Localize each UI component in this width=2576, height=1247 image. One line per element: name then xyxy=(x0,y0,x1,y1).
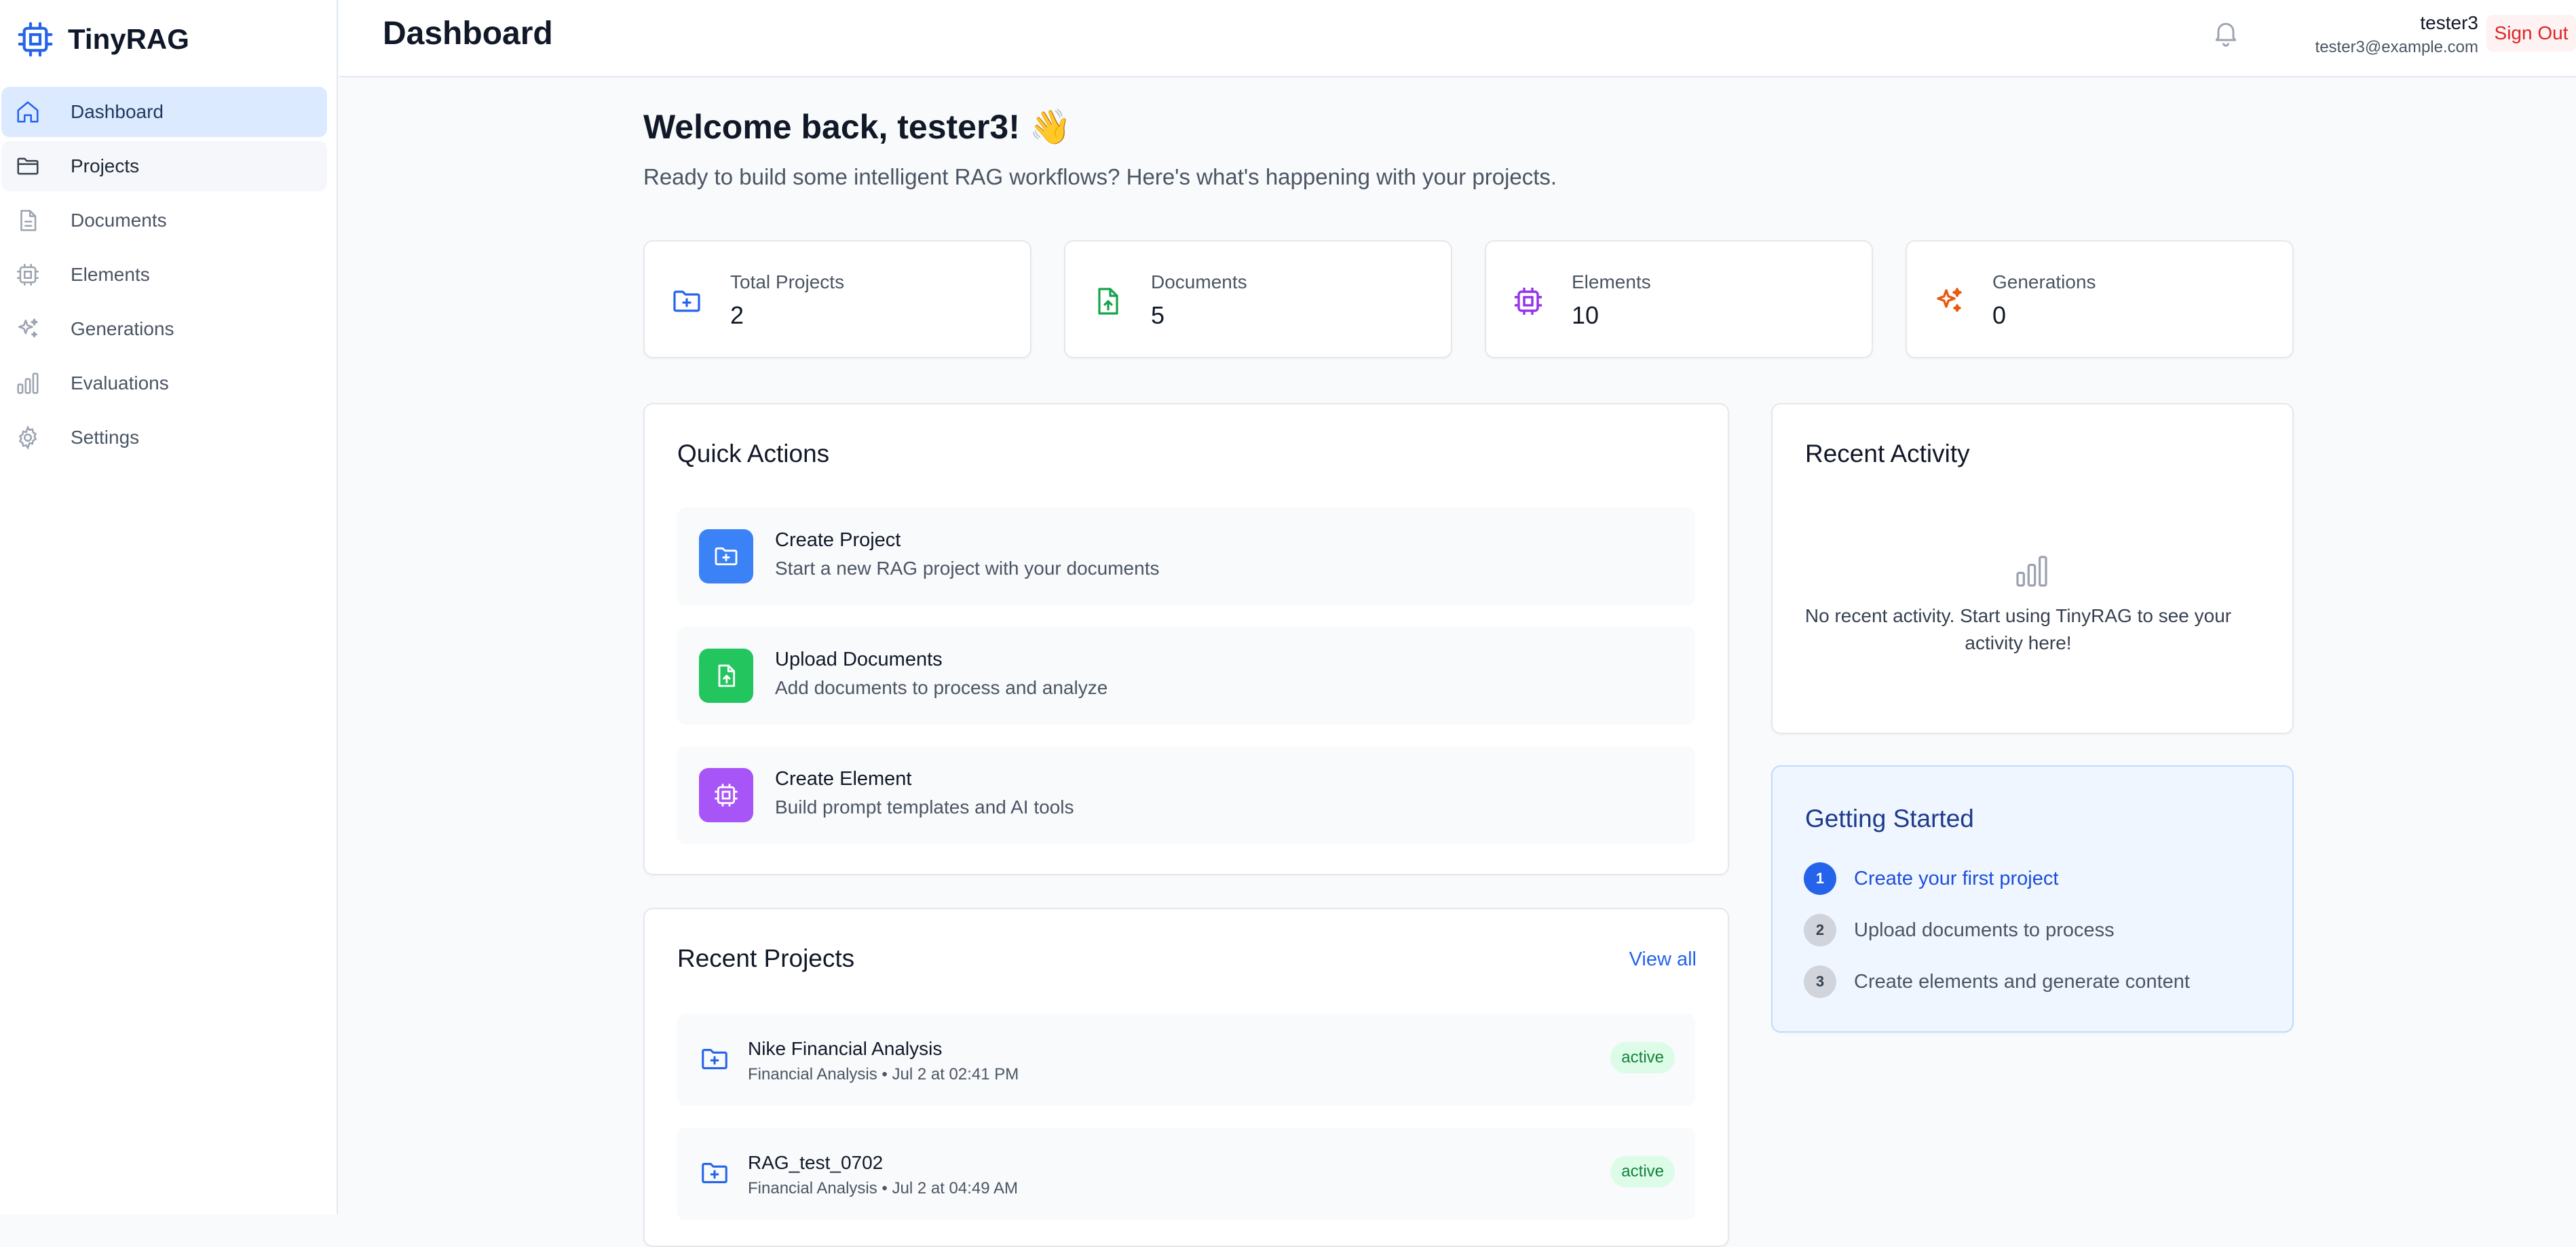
sidebar: TinyRAG Dashboard Projects Documents Ele… xyxy=(0,0,338,1214)
folder-plus-icon xyxy=(699,1157,730,1189)
step-label: Upload documents to process xyxy=(1854,919,2115,941)
sidebar-item-documents[interactable]: Documents xyxy=(1,195,327,246)
project-name: Nike Financial Analysis xyxy=(748,1038,943,1059)
user-email: tester3@example.com xyxy=(2315,38,2478,56)
quick-action-tile xyxy=(699,529,753,583)
sidebar-item-dashboard[interactable]: Dashboard xyxy=(1,87,327,137)
sidebar-item-label: Elements xyxy=(71,264,150,285)
folder-plus-icon xyxy=(713,543,740,570)
getting-started-step[interactable]: 1 Create your first project xyxy=(1804,862,2058,896)
quick-action-title: Upload Documents xyxy=(775,649,943,670)
bar-chart-icon xyxy=(2013,552,2051,590)
sidebar-item-label: Generations xyxy=(71,318,174,339)
step-label: Create your first project xyxy=(1854,867,2059,889)
stat-label: Generations xyxy=(1992,271,2096,292)
sparkles-icon xyxy=(1933,285,1965,318)
project-meta: Financial Analysis • Jul 2 at 04:49 AM xyxy=(748,1179,1018,1197)
getting-started-title: Getting Started xyxy=(1805,805,1974,832)
stat-card-total-projects: Total Projects 2 xyxy=(643,240,1031,358)
project-item[interactable]: Nike Financial Analysis Financial Analys… xyxy=(677,1014,1695,1106)
stat-value: 10 xyxy=(1572,301,1599,329)
step-number: 2 xyxy=(1804,914,1836,946)
quick-action-desc: Build prompt templates and AI tools xyxy=(775,797,1074,818)
file-upload-icon xyxy=(1091,285,1124,318)
brand[interactable]: TinyRAG xyxy=(16,19,189,60)
chip-icon xyxy=(15,262,41,288)
stat-value: 0 xyxy=(1992,301,2007,329)
gear-icon xyxy=(15,425,41,450)
stat-card-documents: Documents 5 xyxy=(1064,240,1452,358)
folder-plus-icon xyxy=(670,285,703,318)
recent-projects-card: Recent Projects View all Nike Financial … xyxy=(643,908,1729,1247)
stat-card-generations: Generations 0 xyxy=(1906,240,2294,358)
bell-icon[interactable] xyxy=(2211,18,2241,47)
sign-out-button[interactable]: Sign Out xyxy=(2486,15,2576,52)
sidebar-item-label: Evaluations xyxy=(71,372,169,394)
quick-action-title: Create Element xyxy=(775,768,912,790)
quick-actions-title: Quick Actions xyxy=(677,440,830,467)
quick-action-tile xyxy=(699,649,753,703)
document-icon xyxy=(15,208,41,233)
recent-projects-title: Recent Projects xyxy=(677,944,855,972)
chip-logo-icon xyxy=(16,20,54,58)
sidebar-item-label: Documents xyxy=(71,210,167,231)
quick-action-desc: Start a new RAG project with your docume… xyxy=(775,558,1160,579)
project-name: RAG_test_0702 xyxy=(748,1152,884,1173)
file-upload-icon xyxy=(713,662,740,689)
sidebar-item-evaluations[interactable]: Evaluations xyxy=(1,358,327,408)
top-header: Dashboard tester3 tester3@example.com Si… xyxy=(339,0,2576,77)
quick-action-create-project[interactable]: Create Project Start a new RAG project w… xyxy=(677,507,1695,605)
quick-action-tile xyxy=(699,768,753,822)
page-title: Dashboard xyxy=(383,16,553,52)
chip-icon xyxy=(713,782,740,809)
empty-activity-text: No recent activity. Start using TinyRAG … xyxy=(1804,605,2232,653)
project-item[interactable]: RAG_test_0702 Financial Analysis • Jul 2… xyxy=(677,1128,1695,1220)
stat-card-elements: Elements 10 xyxy=(1485,240,1873,358)
quick-actions-card: Quick Actions Create Project Start a new… xyxy=(643,403,1729,875)
quick-action-title: Create Project xyxy=(775,529,901,551)
welcome-subtitle: Ready to build some intelligent RAG work… xyxy=(643,164,1557,189)
view-all-link[interactable]: View all xyxy=(1629,948,1697,971)
home-icon xyxy=(15,99,41,125)
getting-started-step[interactable]: 3 Create elements and generate content xyxy=(1804,965,2190,999)
chip-icon xyxy=(1512,285,1545,318)
folder-plus-icon xyxy=(699,1043,730,1075)
sidebar-nav: Dashboard Projects Documents Elements Ge… xyxy=(1,87,327,467)
status-badge: active xyxy=(1610,1156,1675,1187)
step-number: 1 xyxy=(1804,862,1836,895)
quick-action-desc: Add documents to process and analyze xyxy=(775,677,1108,698)
sidebar-item-label: Settings xyxy=(71,427,140,448)
sidebar-item-label: Projects xyxy=(71,155,140,176)
quick-action-upload-documents[interactable]: Upload Documents Add documents to proces… xyxy=(677,627,1695,725)
getting-started-card: Getting Started 1 Create your first proj… xyxy=(1771,765,2294,1033)
stat-value: 2 xyxy=(730,301,744,329)
welcome-title: Welcome back, tester3! 👋 xyxy=(643,108,1072,146)
sidebar-item-projects[interactable]: Projects xyxy=(1,141,327,191)
quick-action-create-element[interactable]: Create Element Build prompt templates an… xyxy=(677,746,1695,844)
stat-label: Documents xyxy=(1151,271,1247,292)
recent-activity-title: Recent Activity xyxy=(1805,440,1970,467)
status-badge: active xyxy=(1610,1042,1675,1073)
sidebar-item-generations[interactable]: Generations xyxy=(1,304,327,354)
bar-chart-icon xyxy=(15,370,41,396)
stat-label: Total Projects xyxy=(730,271,845,292)
user-name: tester3 xyxy=(2420,12,2478,33)
sidebar-item-label: Dashboard xyxy=(71,101,164,122)
folder-icon xyxy=(15,153,41,179)
sparkles-icon xyxy=(15,316,41,342)
step-number: 3 xyxy=(1804,965,1836,998)
getting-started-step[interactable]: 2 Upload documents to process xyxy=(1804,913,2115,947)
brand-name: TinyRAG xyxy=(68,23,189,55)
project-meta: Financial Analysis • Jul 2 at 02:41 PM xyxy=(748,1065,1019,1083)
sidebar-item-elements[interactable]: Elements xyxy=(1,250,327,300)
step-label: Create elements and generate content xyxy=(1854,970,2190,993)
sidebar-item-settings[interactable]: Settings xyxy=(1,413,327,463)
stat-label: Elements xyxy=(1572,271,1651,292)
stat-value: 5 xyxy=(1151,301,1165,329)
